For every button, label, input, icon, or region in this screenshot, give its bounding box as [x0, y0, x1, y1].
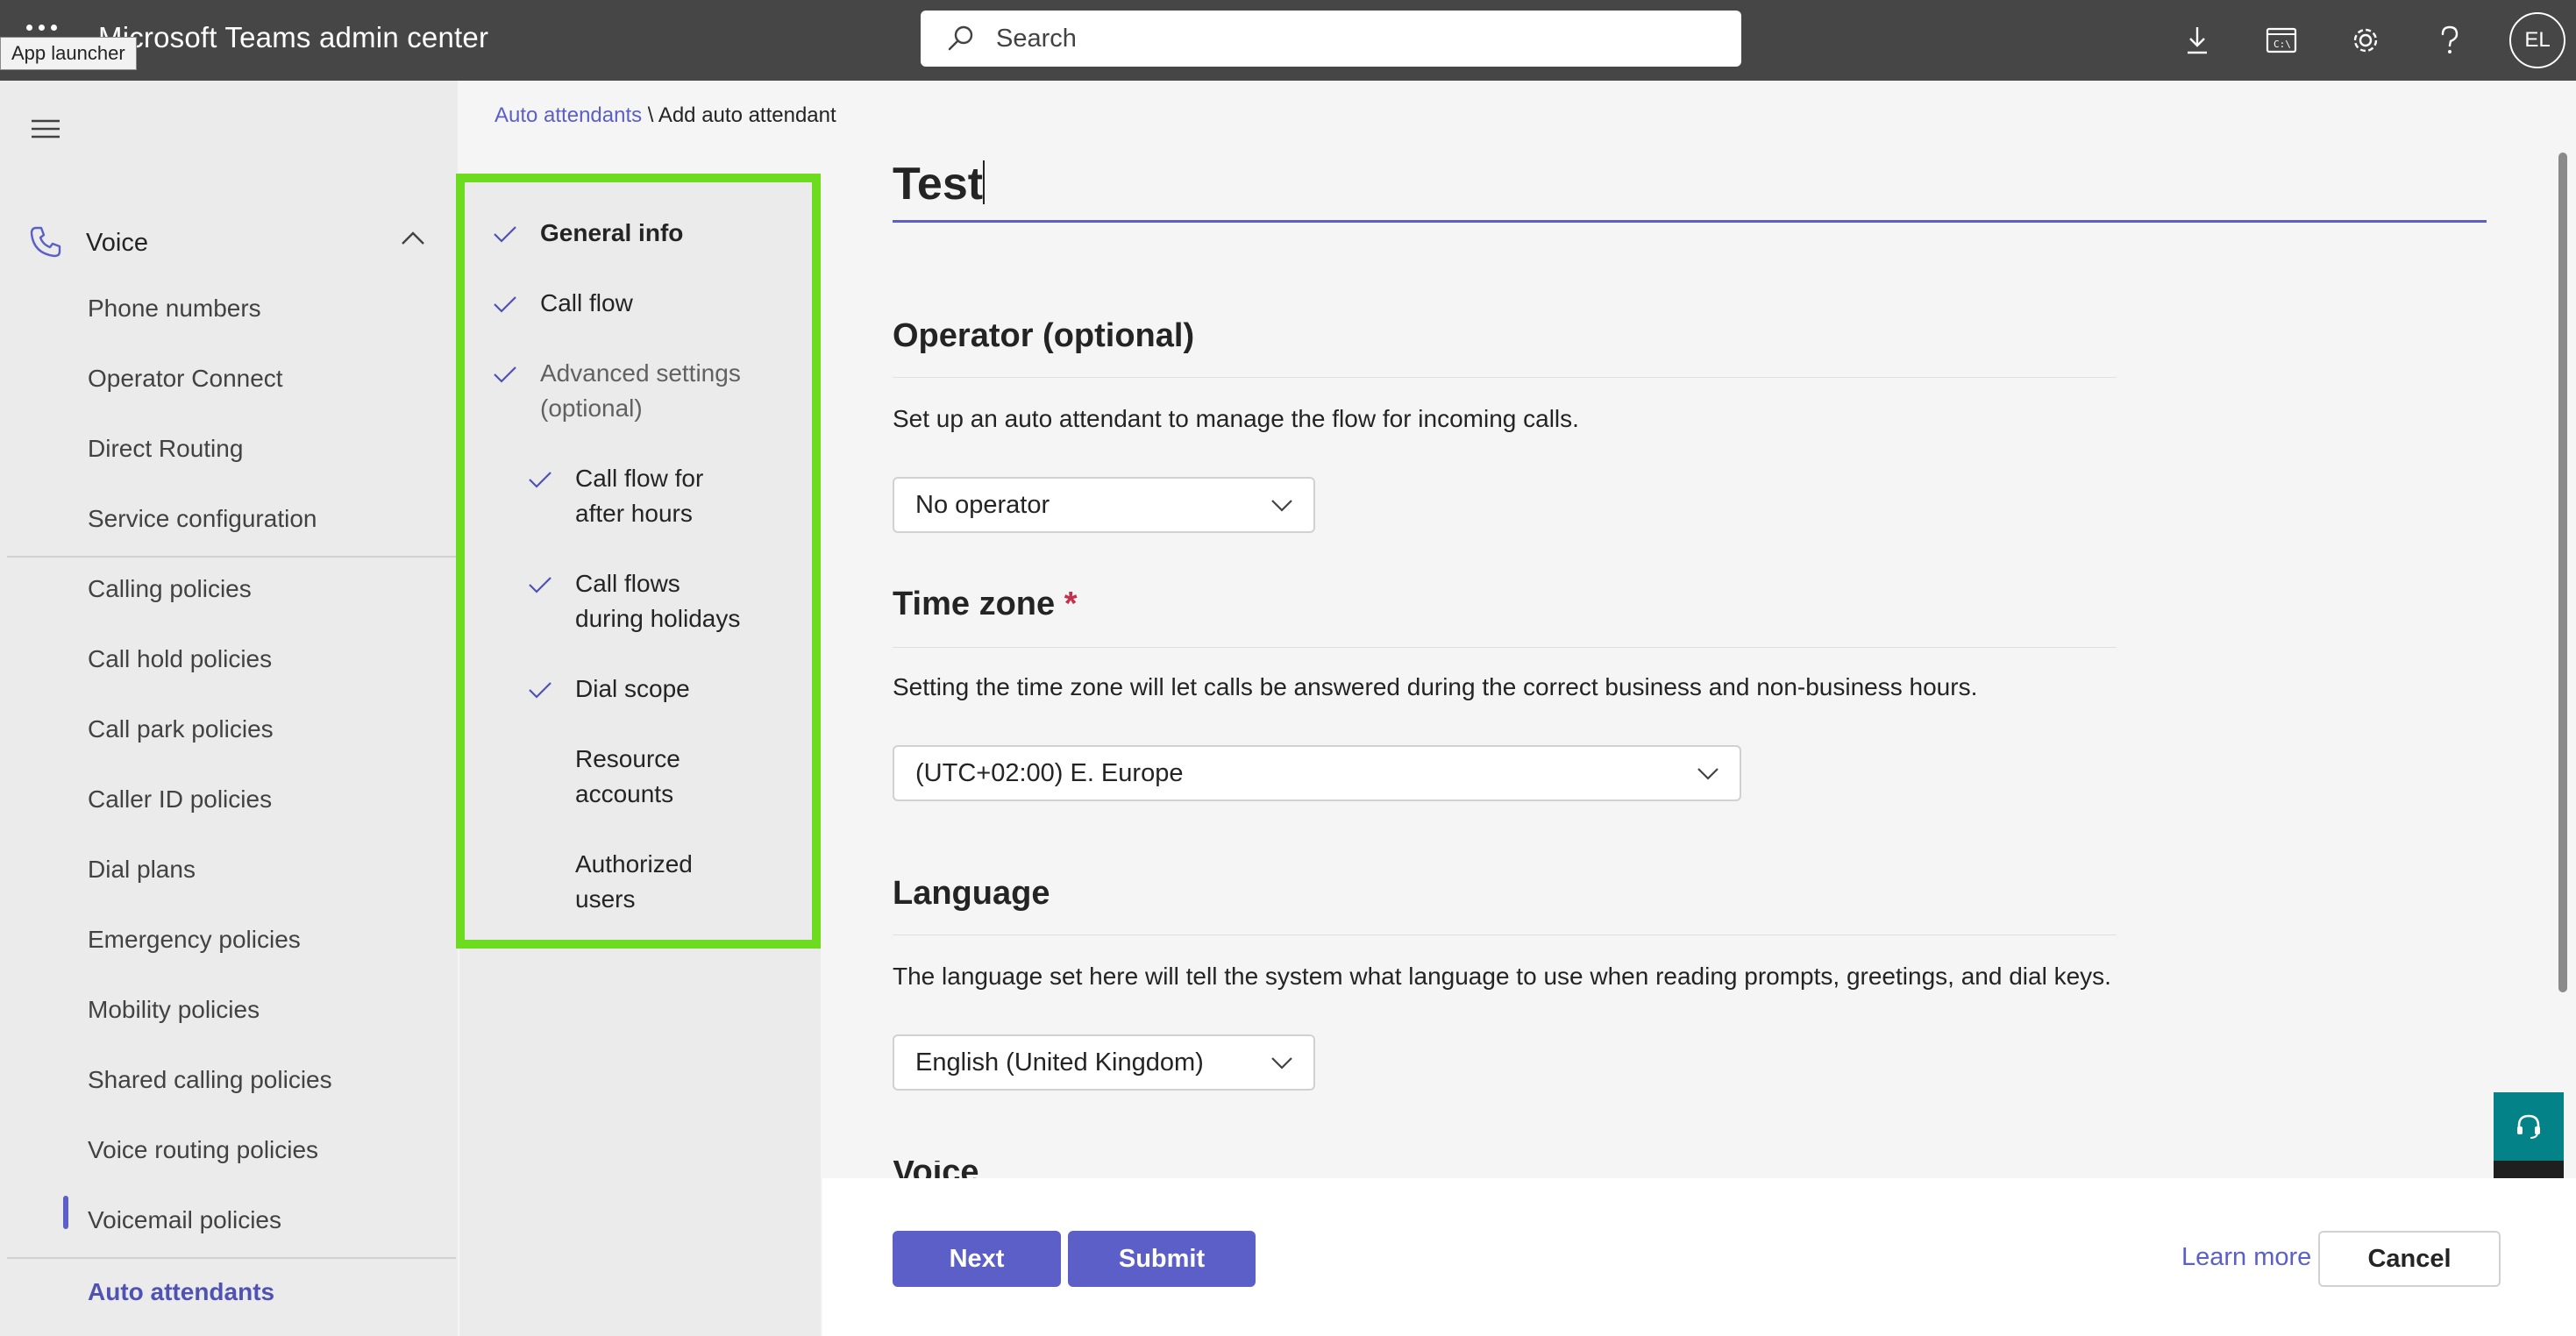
left-navigation: Voice Phone numbers Operator Connect Dir… [0, 81, 458, 1336]
language-selected-value: English (United Kingdom) [915, 1048, 1204, 1077]
operator-dropdown[interactable]: No operator [893, 477, 1315, 533]
checkmark-icon [494, 366, 516, 383]
sidebar-item-shared-calling-policies[interactable]: Shared calling policies [88, 1066, 332, 1094]
app-title[interactable]: Microsoft Teams admin center [98, 21, 488, 54]
timezone-heading: Time zone * [893, 586, 1077, 623]
breadcrumb-link-auto-attendants[interactable]: Auto attendants [495, 103, 642, 127]
sidebar-item-phone-numbers[interactable]: Phone numbers [88, 295, 261, 323]
gear-icon[interactable] [2345, 19, 2387, 61]
step-after-hours-line1: Call flow for [575, 465, 704, 492]
main-content [822, 151, 2553, 1178]
operator-heading: Operator (optional) [893, 317, 1195, 354]
phone-icon [30, 226, 61, 258]
sidebar-item-mobility-policies[interactable]: Mobility policies [88, 996, 260, 1024]
chevron-down-icon [1271, 500, 1292, 512]
checkmark-icon [494, 226, 516, 243]
app-launcher-tooltip: App launcher [0, 37, 137, 70]
checkmark-icon [529, 682, 551, 699]
step-resource-line1: Resource [575, 745, 680, 772]
timezone-dropdown[interactable]: (UTC+02:00) E. Europe [893, 745, 1741, 801]
sidebar-item-operator-connect[interactable]: Operator Connect [88, 365, 283, 393]
nav-section-voice[interactable]: Voice [0, 212, 458, 274]
chevron-down-icon [1271, 1057, 1292, 1070]
scrollbar[interactable] [2558, 153, 2567, 992]
top-header: Microsoft Teams admin center App launche… [0, 0, 2576, 81]
section-divider [893, 647, 2117, 648]
required-asterisk: * [1064, 586, 1078, 622]
step-resource-accounts[interactable]: Resource accounts [575, 742, 680, 812]
submit-button[interactable]: Submit [1068, 1231, 1256, 1287]
search-input[interactable]: Search [921, 11, 1741, 67]
step-advanced-settings-line1: Advanced settings [540, 359, 741, 387]
sidebar-item-voice-routing-policies[interactable]: Voice routing policies [88, 1136, 318, 1164]
language-dropdown[interactable]: English (United Kingdom) [893, 1034, 1315, 1091]
step-authorized-users[interactable]: Authorized users [575, 847, 693, 917]
step-call-flows-holidays[interactable]: Call flows during holidays [575, 566, 740, 636]
text-caret [983, 160, 986, 204]
sidebar-item-call-hold-policies[interactable]: Call hold policies [88, 645, 272, 673]
svg-text:C:\: C:\ [2274, 39, 2291, 50]
nav-section-label: Voice [86, 229, 148, 257]
steps-panel-background [459, 949, 821, 1336]
help-icon[interactable] [2429, 19, 2471, 61]
voice-input-heading-partial: Voice input [893, 1161, 1068, 1178]
breadcrumb-current: Add auto attendant [658, 103, 836, 127]
step-authorized-line2: users [575, 885, 636, 913]
step-call-flow-after-hours[interactable]: Call flow for after hours [575, 461, 703, 531]
step-advanced-settings-line2: (optional) [540, 394, 643, 422]
sidebar-item-dial-plans[interactable]: Dial plans [88, 856, 196, 884]
checkmark-icon [494, 296, 516, 313]
step-holidays-line2: during holidays [575, 605, 741, 632]
cancel-button[interactable]: Cancel [2318, 1231, 2501, 1287]
step-call-flow[interactable]: Call flow [540, 286, 633, 321]
sidebar-item-caller-id-policies[interactable]: Caller ID policies [88, 785, 272, 814]
wizard-steps-panel: General info Call flow Advanced settings… [456, 174, 821, 949]
avatar[interactable]: EL [2509, 12, 2565, 68]
sidebar-item-emergency-policies[interactable]: Emergency policies [88, 926, 301, 954]
step-holidays-line1: Call flows [575, 570, 680, 597]
help-support-button[interactable] [2494, 1092, 2564, 1161]
sidebar-item-call-park-policies[interactable]: Call park policies [88, 715, 274, 743]
learn-more-link[interactable]: Learn more [2181, 1243, 2311, 1272]
timezone-selected-value: (UTC+02:00) E. Europe [915, 759, 1184, 787]
language-heading: Language [893, 875, 1050, 912]
search-icon [948, 25, 973, 51]
operator-description: Set up an auto attendant to manage the f… [893, 405, 1579, 432]
search-placeholder: Search [996, 25, 1077, 53]
checkmark-icon [529, 577, 551, 593]
step-authorized-line1: Authorized [575, 850, 693, 878]
chevron-up-icon[interactable] [400, 230, 426, 247]
next-button[interactable]: Next [893, 1231, 1061, 1287]
nav-divider [7, 556, 456, 558]
name-value: Test [893, 159, 984, 210]
step-after-hours-line2: after hours [575, 500, 693, 527]
hamburger-icon[interactable] [32, 119, 60, 139]
breadcrumb: Auto attendants \ Add auto attendant [495, 103, 836, 128]
operator-selected-value: No operator [915, 491, 1050, 519]
active-indicator [63, 1196, 68, 1229]
checkmark-icon [529, 472, 551, 488]
sidebar-item-calling-policies[interactable]: Calling policies [88, 575, 252, 603]
breadcrumb-separator: \ [642, 103, 658, 127]
sidebar-item-service-configuration[interactable]: Service configuration [88, 505, 317, 533]
console-icon[interactable]: C:\ [2260, 19, 2302, 61]
step-general-info[interactable]: General info [540, 216, 683, 251]
step-advanced-settings[interactable]: Advanced settings (optional) [540, 356, 741, 426]
step-dial-scope[interactable]: Dial scope [575, 672, 690, 707]
headset-icon [2517, 1114, 2540, 1139]
timezone-description: Setting the time zone will let calls be … [893, 673, 1978, 700]
sidebar-item-auto-attendants[interactable]: Auto attendants [88, 1278, 274, 1306]
download-icon[interactable] [2176, 19, 2218, 61]
timezone-heading-text: Time zone [893, 586, 1056, 622]
step-resource-line2: accounts [575, 780, 674, 807]
language-description: The language set here will tell the syst… [893, 963, 2111, 990]
section-divider [893, 377, 2117, 378]
sidebar-item-direct-routing[interactable]: Direct Routing [88, 435, 243, 463]
chevron-down-icon [1697, 768, 1719, 780]
auto-attendant-name-input[interactable]: Test [893, 158, 2487, 223]
nav-divider [7, 1257, 456, 1259]
voice-input-heading-text: Voice input [893, 1161, 979, 1178]
section-divider [893, 934, 2117, 935]
sidebar-item-voicemail-policies[interactable]: Voicemail policies [88, 1206, 281, 1234]
